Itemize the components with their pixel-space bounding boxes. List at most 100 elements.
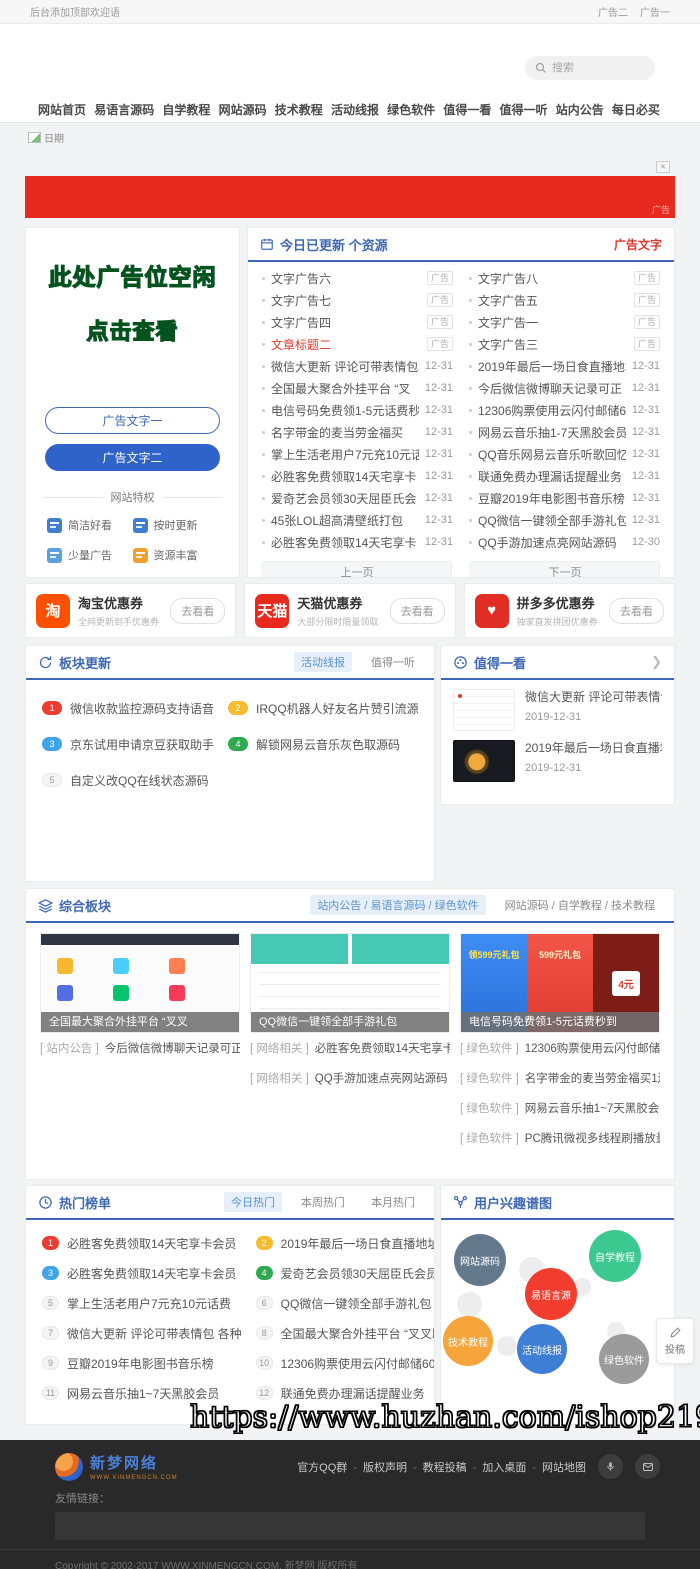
tab[interactable]: 活动线报 <box>294 652 352 672</box>
article-row[interactable]: 2019年最后一场日食直播地址 12-31 <box>469 355 660 377</box>
article-row[interactable]: 豆瓣2019年电影图书音乐榜 12-31 <box>469 487 660 509</box>
ad-row[interactable]: 文字广告三 广告 <box>469 333 660 355</box>
article-link[interactable]: 必胜客免费领取14天宅享卡 <box>271 534 419 551</box>
nav-item[interactable]: 网站首页 <box>38 101 86 118</box>
hot-list-item[interactable]: 5 掌上生活老用户7元充10元话费 <box>42 1288 242 1318</box>
list-item[interactable]: 3 京东试用申请京豆获取助手 <box>42 726 214 762</box>
hot-list-item[interactable]: 8 全国最大聚合外挂平台 “叉叉助手 <box>256 1318 435 1348</box>
ad-row[interactable]: 文字广告一 广告 <box>469 311 660 333</box>
mail-icon[interactable] <box>635 1454 660 1479</box>
tab[interactable]: 值得一听 <box>364 652 422 672</box>
nav-item[interactable]: 活动线报 <box>331 101 379 118</box>
ad-link[interactable]: 文字广告一 <box>478 314 628 331</box>
interest-bubble[interactable]: 技术教程 <box>443 1316 493 1366</box>
chevron-right-icon[interactable]: ❯ <box>651 654 662 670</box>
article-row[interactable]: 掌上生活老用户7元充10元话 12-31 <box>262 443 453 465</box>
footer-link[interactable]: 教程投稿 <box>423 1459 483 1475</box>
tagged-link[interactable]: 站内公告 今后微信微博聊天记录可正式 <box>40 1033 240 1063</box>
article-row[interactable]: 微信大更新 评论可带表情包 12-31 <box>262 355 453 377</box>
tagged-link[interactable]: 绿色软件 12306购票使用云闪付邮储60-30 <box>460 1033 660 1063</box>
footer-link[interactable]: 版权声明 <box>363 1459 423 1475</box>
article-link[interactable]: 12306购票使用云闪付邮储6 <box>478 402 626 419</box>
ad-row[interactable]: 文章标题二 广告 <box>262 333 453 355</box>
article-row[interactable]: 今后微信微博聊天记录可正 12-31 <box>469 377 660 399</box>
footer-link[interactable]: 官方QQ群 <box>297 1459 363 1475</box>
ad-row[interactable]: 文字广告四 广告 <box>262 311 453 333</box>
watch-item[interactable]: 2019年最后一场日食直播地址 2019-12-31 <box>441 731 674 782</box>
list-item[interactable]: 5 自定义改QQ在线状态源码 <box>42 762 214 798</box>
footer-logo[interactable]: 新梦网络 WWW.XINMENGCN.COM <box>55 1452 178 1481</box>
tagged-link[interactable]: 绿色软件 网易云音乐抽1~7天黑胶会员 <box>460 1093 660 1123</box>
coupon-card[interactable]: 淘 淘宝优惠券 全网更新到手优惠券 去看看 <box>25 583 236 638</box>
article-row[interactable]: 全国最大聚合外挂平台 “叉 12-31 <box>262 377 453 399</box>
ad-link[interactable]: 文章标题二 <box>271 336 421 353</box>
nav-item[interactable]: 值得一听 <box>500 101 548 118</box>
topbar-ad-link[interactable]: 广告二 <box>598 4 628 19</box>
hot-list-item[interactable]: 3 必胜客免费领取14天宅享卡会员 <box>42 1258 242 1288</box>
interest-bubble[interactable]: 绿色软件 <box>599 1334 649 1384</box>
ad-row[interactable]: 文字广告五 广告 <box>469 289 660 311</box>
qq-icon[interactable] <box>598 1454 623 1479</box>
submit-post-button[interactable]: 投稿 <box>656 1318 694 1364</box>
tab[interactable]: 本月热门 <box>364 1192 422 1212</box>
list-item[interactable]: 2 IRQQ机器人好友名片赞引流源 <box>228 690 419 726</box>
nav-item[interactable]: 站内公告 <box>556 101 604 118</box>
coupon-card[interactable]: ♥ 拼多多优惠券 独家直发拼团优惠券 去看看 <box>464 583 675 638</box>
article-link[interactable]: QQ手游加速点亮网站源码 <box>478 534 626 551</box>
feature-image[interactable]: 领599元礼包 599元礼包 4元 全国最大聚合外挂平台 “叉叉 <box>40 933 240 1033</box>
interest-bubble[interactable] <box>457 1292 482 1317</box>
go-see-button[interactable]: 去看看 <box>170 598 225 624</box>
watch-item[interactable]: 微信大更新 评论可带表情包 2019-12-31 <box>441 680 674 731</box>
article-link[interactable]: 微信大更新 评论可带表情包 <box>271 358 419 375</box>
ad-link[interactable]: 文字广告三 <box>478 336 628 353</box>
tagged-link[interactable]: 网络相关 必胜客免费领取14天宅享卡会员 <box>250 1033 450 1063</box>
hot-list-item[interactable]: 6 QQ微信一键领全部手游礼包 <box>256 1288 435 1318</box>
nav-item[interactable]: 值得一看 <box>443 101 491 118</box>
ad-text-button-2[interactable]: 广告文字二 <box>45 444 220 471</box>
topbar-ad-link[interactable]: 广告一 <box>640 4 670 19</box>
link-text[interactable]: QQ手游加速点亮网站源码 <box>315 1070 448 1086</box>
link-text[interactable]: 今后微信微博聊天记录可正式 <box>105 1040 240 1056</box>
article-row[interactable]: 12306购票使用云闪付邮储6 12-31 <box>469 399 660 421</box>
go-see-button[interactable]: 去看看 <box>390 598 445 624</box>
article-row[interactable]: 名字带金的麦当劳金福买 12-31 <box>262 421 453 443</box>
hot-list-item[interactable]: 7 微信大更新 评论可带表情包 各种 <box>42 1318 242 1348</box>
ad-link[interactable]: 文字广告六 <box>271 270 421 287</box>
search-box[interactable] <box>525 56 655 80</box>
article-link[interactable]: QQ微信一键领全部手游礼包 <box>478 512 626 529</box>
nav-item[interactable]: 自学教程 <box>162 101 210 118</box>
article-row[interactable]: 电信号码免费领1-5元话费秒 12-31 <box>262 399 453 421</box>
tagged-link[interactable]: 网络相关 QQ手游加速点亮网站源码 <box>250 1063 450 1093</box>
ad-row[interactable]: 文字广告六 广告 <box>262 267 453 289</box>
article-link[interactable]: 掌上生活老用户7元充10元话 <box>271 446 419 463</box>
feature-image[interactable]: 领599元礼包 599元礼包 4元 电信号码免费领1-5元话费秒到 <box>460 933 660 1033</box>
nav-item[interactable]: 绿色软件 <box>387 101 435 118</box>
interest-bubble[interactable]: 网站源码 <box>454 1234 506 1286</box>
link-text[interactable]: 网易云音乐抽1~7天黑胶会员 <box>525 1100 660 1116</box>
tagged-link[interactable]: 绿色软件 PC腾讯微视多线程刷播放量源码 <box>460 1123 660 1153</box>
article-link[interactable]: 必胜客免费领取14天宅享卡 <box>271 468 419 485</box>
article-link[interactable]: 2019年最后一场日食直播地址 <box>478 358 626 375</box>
link-text[interactable]: 12306购票使用云闪付邮储60-30 <box>525 1040 660 1056</box>
article-link[interactable]: QQ音乐网易云音乐听歌回忆 <box>478 446 626 463</box>
article-link[interactable]: 网易云音乐抽1-7天黑胶会员 <box>478 424 626 441</box>
article-row[interactable]: QQ音乐网易云音乐听歌回忆 12-31 <box>469 443 660 465</box>
article-link[interactable]: 联通免费办理漏话提醒业务 <box>478 468 626 485</box>
article-link[interactable]: 今后微信微博聊天记录可正 <box>478 380 626 397</box>
search-input[interactable] <box>552 62 642 74</box>
list-item[interactable]: 1 微信收款监控源码支持语音 <box>42 690 214 726</box>
prev-page-button[interactable]: 上一页 <box>262 561 452 578</box>
nav-item[interactable]: 技术教程 <box>275 101 323 118</box>
list-item[interactable]: 4 解锁网易云音乐灰色取源码 <box>228 726 419 762</box>
article-row[interactable]: 45张LOL超高清壁纸打包 12-31 <box>262 509 453 531</box>
ad-link[interactable]: 文字广告五 <box>478 292 628 309</box>
interest-bubble[interactable]: 易语言源 <box>525 1268 577 1320</box>
article-row[interactable]: 网易云音乐抽1-7天黑胶会员 12-31 <box>469 421 660 443</box>
ad-text-label[interactable]: 广告文字 <box>614 236 662 253</box>
ad-row[interactable]: 文字广告七 广告 <box>262 289 453 311</box>
go-see-button[interactable]: 去看看 <box>609 598 664 624</box>
ad-row[interactable]: 文字广告八 广告 <box>469 267 660 289</box>
banner-close-icon[interactable]: ✕ <box>656 161 670 173</box>
feature-image[interactable]: 领599元礼包 599元礼包 4元 QQ微信一键领全部手游礼包 <box>250 933 450 1033</box>
article-link[interactable]: 电信号码免费领1-5元话费秒 <box>271 402 419 419</box>
